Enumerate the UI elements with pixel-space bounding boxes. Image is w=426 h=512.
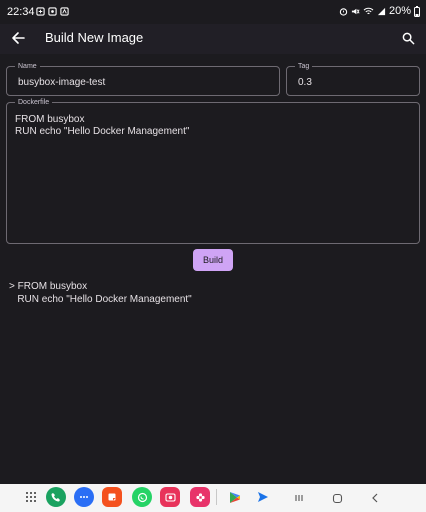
flower-glyph-icon (195, 492, 205, 502)
search-icon (402, 32, 414, 44)
app-bar: Build New Image (0, 24, 426, 54)
dock-divider (216, 489, 217, 505)
name-field-value[interactable]: busybox-image-test (18, 77, 105, 88)
app-drawer-icon[interactable] (21, 487, 41, 507)
home-glyph-icon (332, 493, 342, 503)
alarm-icon (339, 7, 348, 16)
build-output: > FROM busybox RUN echo "Hello Docker Ma… (9, 281, 192, 305)
messages-icon[interactable] (74, 487, 94, 507)
play-store-icon[interactable] (225, 487, 245, 507)
back-button[interactable] (8, 28, 28, 48)
signal-icon (377, 7, 386, 15)
tag-field-label: Tag (295, 62, 313, 71)
flower-app-icon[interactable] (190, 487, 210, 507)
send-glyph-icon (258, 492, 268, 502)
notes-icon[interactable] (102, 487, 122, 507)
status-right: 20% (339, 5, 420, 17)
phone-glyph-icon (51, 493, 60, 502)
status-left-icons (36, 7, 69, 16)
chat-bubble-icon (80, 496, 88, 498)
dockerfile-field[interactable]: Dockerfile FROM busybox RUN echo "Hello … (6, 98, 420, 244)
notification-icon (48, 7, 57, 16)
notification-icon (36, 7, 45, 16)
tag-field-value[interactable]: 0.3 (298, 77, 312, 88)
navigation-bar (0, 484, 426, 512)
arrow-back-icon (12, 32, 25, 44)
whatsapp-icon[interactable] (132, 487, 152, 507)
mute-icon (351, 8, 360, 14)
battery-icon (414, 5, 420, 17)
recents-icon[interactable] (290, 489, 308, 507)
send-app-icon[interactable] (253, 487, 273, 507)
note-glyph-icon (108, 493, 116, 501)
camera-glyph-icon (164, 493, 176, 502)
battery-percentage: 20% (388, 5, 411, 17)
whatsapp-glyph-icon (137, 492, 147, 502)
page-title: Build New Image (45, 30, 144, 45)
grid-icon (26, 492, 36, 502)
status-bar: 22:34 20% (0, 0, 426, 24)
name-field[interactable]: Name busybox-image-test (6, 62, 280, 96)
chevron-left-icon (372, 493, 378, 503)
camera-icon[interactable] (160, 487, 180, 507)
dockerfile-field-label: Dockerfile (15, 98, 53, 107)
back-icon[interactable] (366, 489, 384, 507)
dockerfile-field-value[interactable]: FROM busybox RUN echo "Hello Docker Mana… (15, 114, 189, 138)
home-icon[interactable] (328, 489, 346, 507)
recents-glyph-icon (295, 495, 303, 501)
search-button[interactable] (398, 28, 418, 48)
name-field-label: Name (15, 62, 40, 71)
status-time: 22:34 (7, 6, 35, 18)
notification-icon (60, 7, 69, 16)
tag-field[interactable]: Tag 0.3 (286, 62, 420, 96)
build-button[interactable]: Build (193, 249, 233, 271)
wifi-icon (363, 7, 374, 14)
phone-icon[interactable] (46, 487, 66, 507)
play-glyph-icon (230, 491, 240, 503)
